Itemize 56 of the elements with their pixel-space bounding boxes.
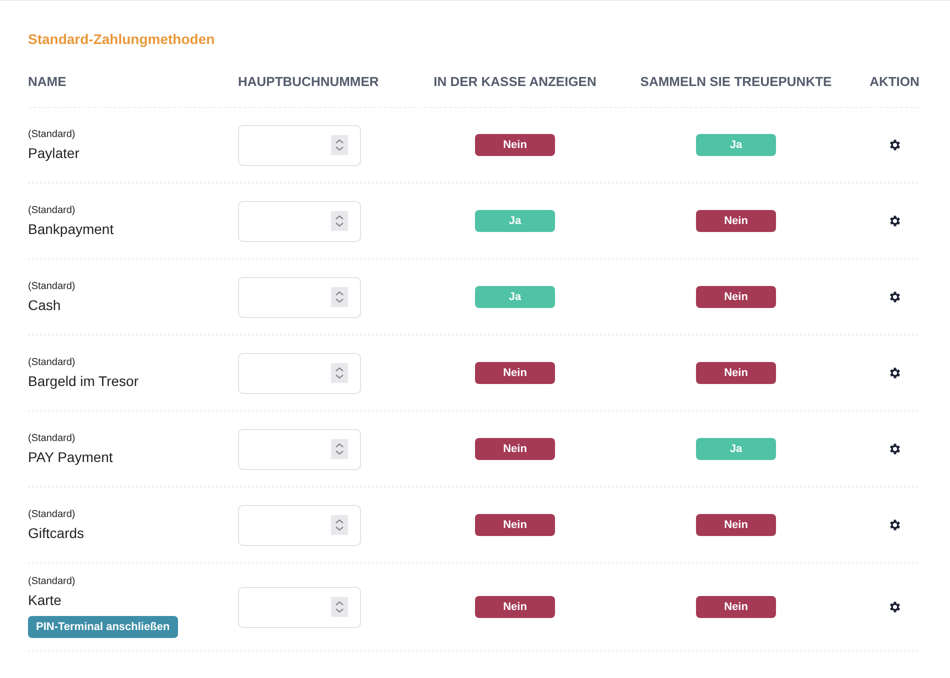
ledger-number-field[interactable]: [238, 124, 361, 166]
payment-method-name: Karte: [28, 592, 62, 608]
status-badge: Ja: [475, 210, 555, 232]
default-label: (Standard): [28, 205, 76, 216]
default-label: (Standard): [28, 509, 76, 520]
status-badge: Ja: [696, 134, 776, 156]
settings-icon[interactable]: [888, 290, 902, 304]
payment-method-name: Bankpayment: [28, 221, 114, 237]
status-badge: Nein: [475, 438, 555, 460]
default-label: (Standard): [28, 357, 76, 368]
status-badge: Nein: [475, 134, 555, 156]
ledger-number-field[interactable]: [238, 276, 361, 318]
status-badge: Nein: [696, 210, 776, 232]
spinner-icon[interactable]: [331, 363, 348, 383]
settings-icon[interactable]: [888, 518, 902, 532]
status-badge: Nein: [696, 286, 776, 308]
ledger-number-field[interactable]: [238, 200, 361, 242]
spinner-icon[interactable]: [331, 515, 348, 535]
payment-method-name: Cash: [28, 297, 61, 313]
spinner-icon[interactable]: [331, 211, 348, 231]
settings-icon[interactable]: [888, 138, 902, 152]
settings-icon[interactable]: [888, 366, 902, 380]
spinner-icon[interactable]: [331, 287, 348, 307]
column-header: IN DER KASSE ANZEIGEN: [434, 74, 596, 89]
spinner-icon[interactable]: [331, 597, 348, 617]
pin-terminal-button[interactable]: PIN-Terminal anschließen: [28, 616, 178, 638]
ledger-number-field[interactable]: [238, 504, 361, 546]
default-label: (Standard): [28, 576, 76, 587]
status-badge: Ja: [475, 286, 555, 308]
ledger-number-field[interactable]: [238, 428, 361, 470]
status-badge: Nein: [696, 514, 776, 536]
column-header: HAUPTBUCHNUMMER: [238, 74, 379, 89]
settings-icon[interactable]: [888, 442, 902, 456]
status-badge: Nein: [475, 362, 555, 384]
status-badge: Nein: [696, 362, 776, 384]
settings-icon[interactable]: [888, 600, 902, 614]
default-label: (Standard): [28, 281, 76, 292]
status-badge: Nein: [475, 596, 555, 618]
ledger-number-field[interactable]: [238, 586, 361, 628]
column-header: SAMMELN SIE TREUEPUNKTE: [640, 74, 832, 89]
payment-method-name: Giftcards: [28, 525, 84, 541]
status-badge: Nein: [696, 596, 776, 618]
default-label: (Standard): [28, 433, 76, 444]
column-header: NAME: [28, 74, 66, 89]
status-badge: Ja: [696, 438, 776, 460]
status-badge: Nein: [475, 514, 555, 536]
payment-method-name: Paylater: [28, 145, 80, 161]
section-title: Standard-Zahlungmethoden: [28, 31, 216, 47]
column-header: AKTION: [870, 74, 920, 89]
default-label: (Standard): [28, 129, 76, 140]
settings-icon[interactable]: [888, 214, 902, 228]
payment-method-name: PAY Payment: [28, 449, 113, 465]
payment-method-name: Bargeld im Tresor: [28, 373, 138, 389]
spinner-icon[interactable]: [331, 439, 348, 459]
ledger-number-field[interactable]: [238, 352, 361, 394]
spinner-icon[interactable]: [331, 135, 348, 155]
